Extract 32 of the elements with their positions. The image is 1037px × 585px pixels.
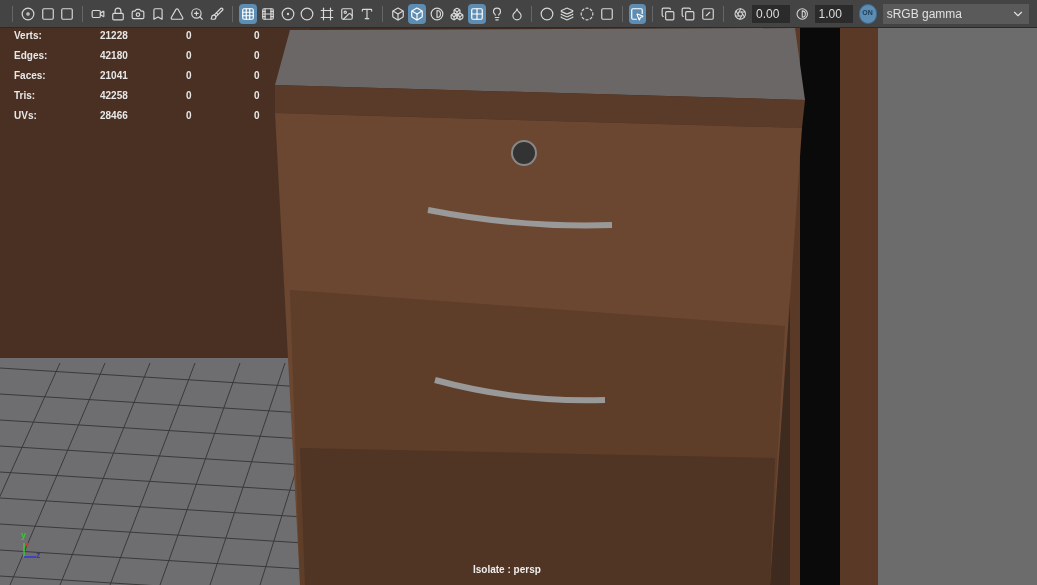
isolate-label: Isolate : persp [473, 563, 541, 577]
stat-value: 21041 [100, 68, 129, 83]
stat-value: 0 [186, 48, 193, 63]
select-icon[interactable] [628, 3, 647, 24]
shaded-cube-icon[interactable] [408, 3, 427, 24]
stat-label: UVs: [14, 108, 38, 123]
stat-value: 0 [186, 108, 193, 123]
stat-value: 0 [186, 28, 193, 43]
stat-value: 0 [186, 88, 193, 103]
aperture-icon[interactable] [733, 6, 747, 21]
stat-value: 42180 [100, 48, 129, 63]
exposure-field[interactable]: 0.00 [752, 4, 791, 23]
stat-label: Edges: [14, 48, 49, 63]
axis-label: y [21, 529, 26, 542]
gamma-icon[interactable] [796, 6, 809, 21]
grid-icon[interactable] [238, 3, 257, 24]
stat-value: 0 [254, 108, 261, 123]
color-space-dropdown[interactable]: sRGB gamma [882, 3, 1029, 24]
stat-label: Faces: [14, 68, 47, 83]
stat-label: Tris: [14, 88, 37, 103]
axis-label: z [36, 549, 41, 562]
stat-value: 21228 [100, 28, 129, 43]
stat-value: 0 [254, 88, 261, 103]
stat-value: 0 [254, 48, 261, 63]
checker-icon[interactable] [467, 3, 486, 24]
stat-value: 0 [254, 68, 261, 83]
stat-value: 42258 [100, 88, 129, 103]
stat-value: 0 [186, 68, 193, 83]
gamma-field[interactable]: 1.00 [814, 4, 853, 23]
stat-value: 0 [254, 28, 261, 43]
stat-label: Verts: [14, 28, 43, 43]
stat-value: 28466 [100, 108, 129, 123]
